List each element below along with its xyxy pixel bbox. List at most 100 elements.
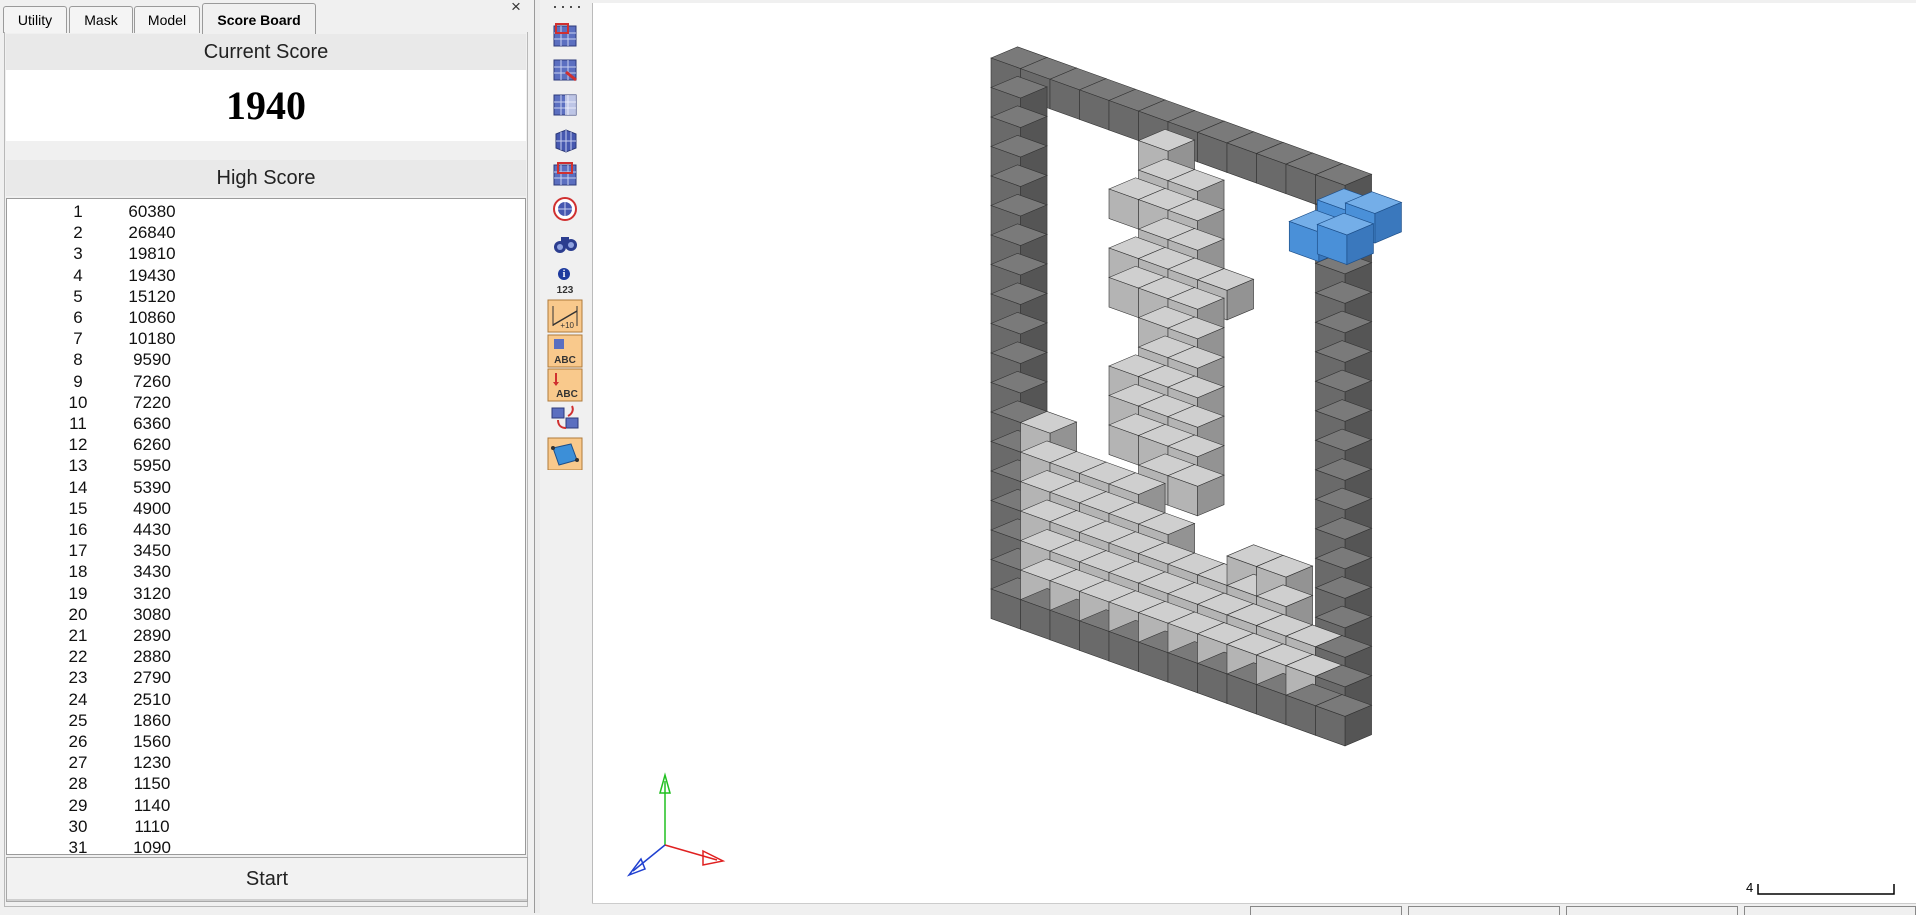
high-score-row[interactable]: 26 1560 xyxy=(7,731,525,752)
high-score-row[interactable]: 21 2890 xyxy=(7,625,525,646)
high-score-rank: 10 xyxy=(68,392,88,412)
high-score-row[interactable]: 9 7260 xyxy=(7,371,525,392)
current-score-label: Current Score xyxy=(6,34,526,70)
surface-icon[interactable] xyxy=(547,437,583,470)
tab-model[interactable]: Model xyxy=(134,6,200,33)
falling-piece-block xyxy=(1316,212,1375,266)
high-score-row[interactable]: 19 3120 xyxy=(7,583,525,604)
high-score-value: 1860 xyxy=(133,710,171,730)
current-score-value: 1940 xyxy=(6,70,526,141)
high-score-row[interactable]: 22 2880 xyxy=(7,646,525,667)
high-score-rank: 2 xyxy=(73,223,83,243)
high-score-rank: 20 xyxy=(68,604,88,624)
high-score-rank: 14 xyxy=(68,477,88,497)
high-score-row[interactable]: 23 2790 xyxy=(7,667,525,688)
landed-block xyxy=(1167,464,1225,517)
mesh-select-icon[interactable] xyxy=(553,23,577,47)
3d-viewport[interactable] xyxy=(592,3,1916,903)
mesh-layer-icon[interactable] xyxy=(553,162,577,186)
axis-z-line xyxy=(632,844,666,872)
mesh-split-icon[interactable] xyxy=(553,94,577,116)
high-score-row[interactable]: 30 1110 xyxy=(7,816,525,837)
high-score-value: 4430 xyxy=(133,520,171,539)
sphere-mesh-icon[interactable] xyxy=(553,197,577,221)
high-score-row[interactable]: 11 6360 xyxy=(7,413,525,434)
high-score-value: 2790 xyxy=(133,668,171,688)
toolbar-icons: i 123 +10 ABC ABC xyxy=(547,23,583,470)
svg-text:i: i xyxy=(563,269,566,280)
vertical-toolbar: ···· i 123 +10 ABC ABC xyxy=(540,0,591,913)
info-123-icon[interactable]: i 123 xyxy=(557,268,574,296)
high-score-value: 6360 xyxy=(133,414,171,433)
high-score-row[interactable]: 4 19430 xyxy=(7,265,525,286)
high-score-rank: 9 xyxy=(73,371,83,391)
high-score-value: 2510 xyxy=(133,689,171,709)
tab-score-board[interactable]: Score Board xyxy=(202,3,316,34)
axis-x-line xyxy=(664,844,718,861)
high-score-row[interactable]: 15 4900 xyxy=(7,498,525,519)
high-score-rank: 15 xyxy=(68,498,88,518)
svg-text:+10: +10 xyxy=(560,321,574,330)
high-score-row[interactable]: 8 9590 xyxy=(7,349,525,370)
scale-bar xyxy=(1757,884,1895,895)
high-score-value: 1150 xyxy=(133,774,171,794)
high-score-value: 3120 xyxy=(133,583,171,603)
high-score-row[interactable]: 3 19810 xyxy=(7,243,525,264)
high-score-row[interactable]: 24 2510 xyxy=(7,689,525,710)
tab-mask[interactable]: Mask xyxy=(69,6,133,33)
high-score-rank: 29 xyxy=(68,795,88,815)
close-icon[interactable]: × xyxy=(511,0,521,15)
measure-icon[interactable]: +10 xyxy=(547,299,583,333)
high-score-value: 9590 xyxy=(133,350,171,370)
tab-utility[interactable]: Utility xyxy=(3,6,67,33)
high-score-rank: 12 xyxy=(68,435,88,455)
high-score-value: 7220 xyxy=(133,392,171,412)
high-score-value: 3430 xyxy=(133,562,171,582)
high-score-row[interactable]: 16 4430 xyxy=(7,519,525,540)
high-score-row[interactable]: 20 3080 xyxy=(7,604,525,625)
high-score-rank: 23 xyxy=(68,668,88,688)
high-score-value: 1560 xyxy=(133,732,171,751)
high-score-value: 19810 xyxy=(128,244,176,264)
high-score-value: 15120 xyxy=(128,286,176,306)
high-score-row[interactable]: 2 26840 xyxy=(7,222,525,243)
high-score-row[interactable]: 14 5390 xyxy=(7,477,525,498)
binoculars-icon[interactable] xyxy=(554,237,577,253)
high-score-rank: 1 xyxy=(73,202,83,221)
high-score-value: 7260 xyxy=(133,371,171,391)
high-score-value: 4900 xyxy=(133,498,171,518)
tetris-scene xyxy=(990,46,1403,747)
high-score-row[interactable]: 25 1860 xyxy=(7,710,525,731)
high-score-row[interactable]: 5 15120 xyxy=(7,286,525,307)
mesh-grid-icon[interactable] xyxy=(555,129,577,153)
high-score-rank: 28 xyxy=(68,774,88,794)
high-score-row[interactable]: 17 3450 xyxy=(7,540,525,561)
high-score-row[interactable]: 12 6260 xyxy=(7,434,525,455)
high-score-value: 1110 xyxy=(134,816,170,836)
start-button[interactable]: Start xyxy=(6,857,528,902)
high-score-label: High Score xyxy=(6,160,526,196)
transform-icon[interactable] xyxy=(551,405,579,429)
high-score-row[interactable]: 13 5950 xyxy=(7,455,525,476)
high-score-row[interactable]: 18 3430 xyxy=(7,561,525,582)
high-score-list[interactable]: 1 60380 2 26840 3 19810 4 19430 5 15120 6 10860 7 101… xyxy=(6,198,526,855)
scale-value: 4 xyxy=(1746,880,1754,895)
high-score-row[interactable]: 28 1150 xyxy=(7,773,525,794)
high-score-rank: 24 xyxy=(68,689,88,709)
high-score-row[interactable]: 7 10180 xyxy=(7,328,525,349)
mesh-edit-icon[interactable] xyxy=(553,59,577,82)
high-score-row[interactable]: 27 1230 xyxy=(7,752,525,773)
high-score-row[interactable]: 31 1090 xyxy=(7,837,525,854)
status-segment-1 xyxy=(1250,906,1402,915)
high-score-row[interactable]: 10 7220 xyxy=(7,392,525,413)
label-abc-icon[interactable]: ABC xyxy=(547,334,583,368)
high-score-rank: 3 xyxy=(73,244,83,264)
high-score-row[interactable]: 29 1140 xyxy=(7,795,525,816)
high-score-row[interactable]: 6 10860 xyxy=(7,307,525,328)
high-score-rank: 8 xyxy=(73,350,83,370)
status-segment-2 xyxy=(1408,906,1560,915)
label-move-icon[interactable]: ABC xyxy=(547,368,583,402)
high-score-value: 5390 xyxy=(133,477,171,497)
wall-block xyxy=(1314,694,1373,747)
high-score-row[interactable]: 1 60380 xyxy=(7,201,525,222)
